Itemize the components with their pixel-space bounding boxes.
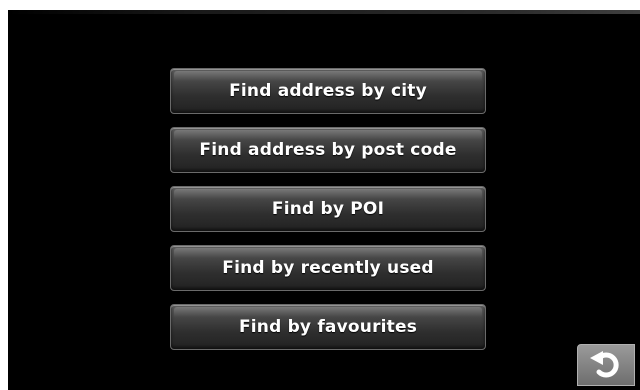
find-by-recently-used-button[interactable]: Find by recently used (170, 245, 486, 291)
find-address-by-post-code-button[interactable]: Find address by post code (170, 127, 486, 173)
find-address-by-city-button[interactable]: Find address by city (170, 68, 486, 114)
find-by-favourites-button[interactable]: Find by favourites (170, 304, 486, 350)
find-by-poi-button[interactable]: Find by POI (170, 186, 486, 232)
back-arrow-icon (590, 351, 619, 378)
menu-button-label: Find address by post code (199, 140, 457, 160)
device-screen: Find address by city Find address by pos… (8, 10, 640, 390)
back-button[interactable] (577, 344, 635, 386)
menu-button-label: Find address by city (229, 81, 427, 101)
screen-glare (8, 10, 640, 14)
menu-button-label: Find by recently used (222, 258, 434, 278)
address-search-menu: Find address by city Find address by pos… (168, 68, 488, 363)
menu-button-label: Find by POI (271, 199, 385, 219)
menu-button-label: Find by favourites (238, 317, 418, 337)
